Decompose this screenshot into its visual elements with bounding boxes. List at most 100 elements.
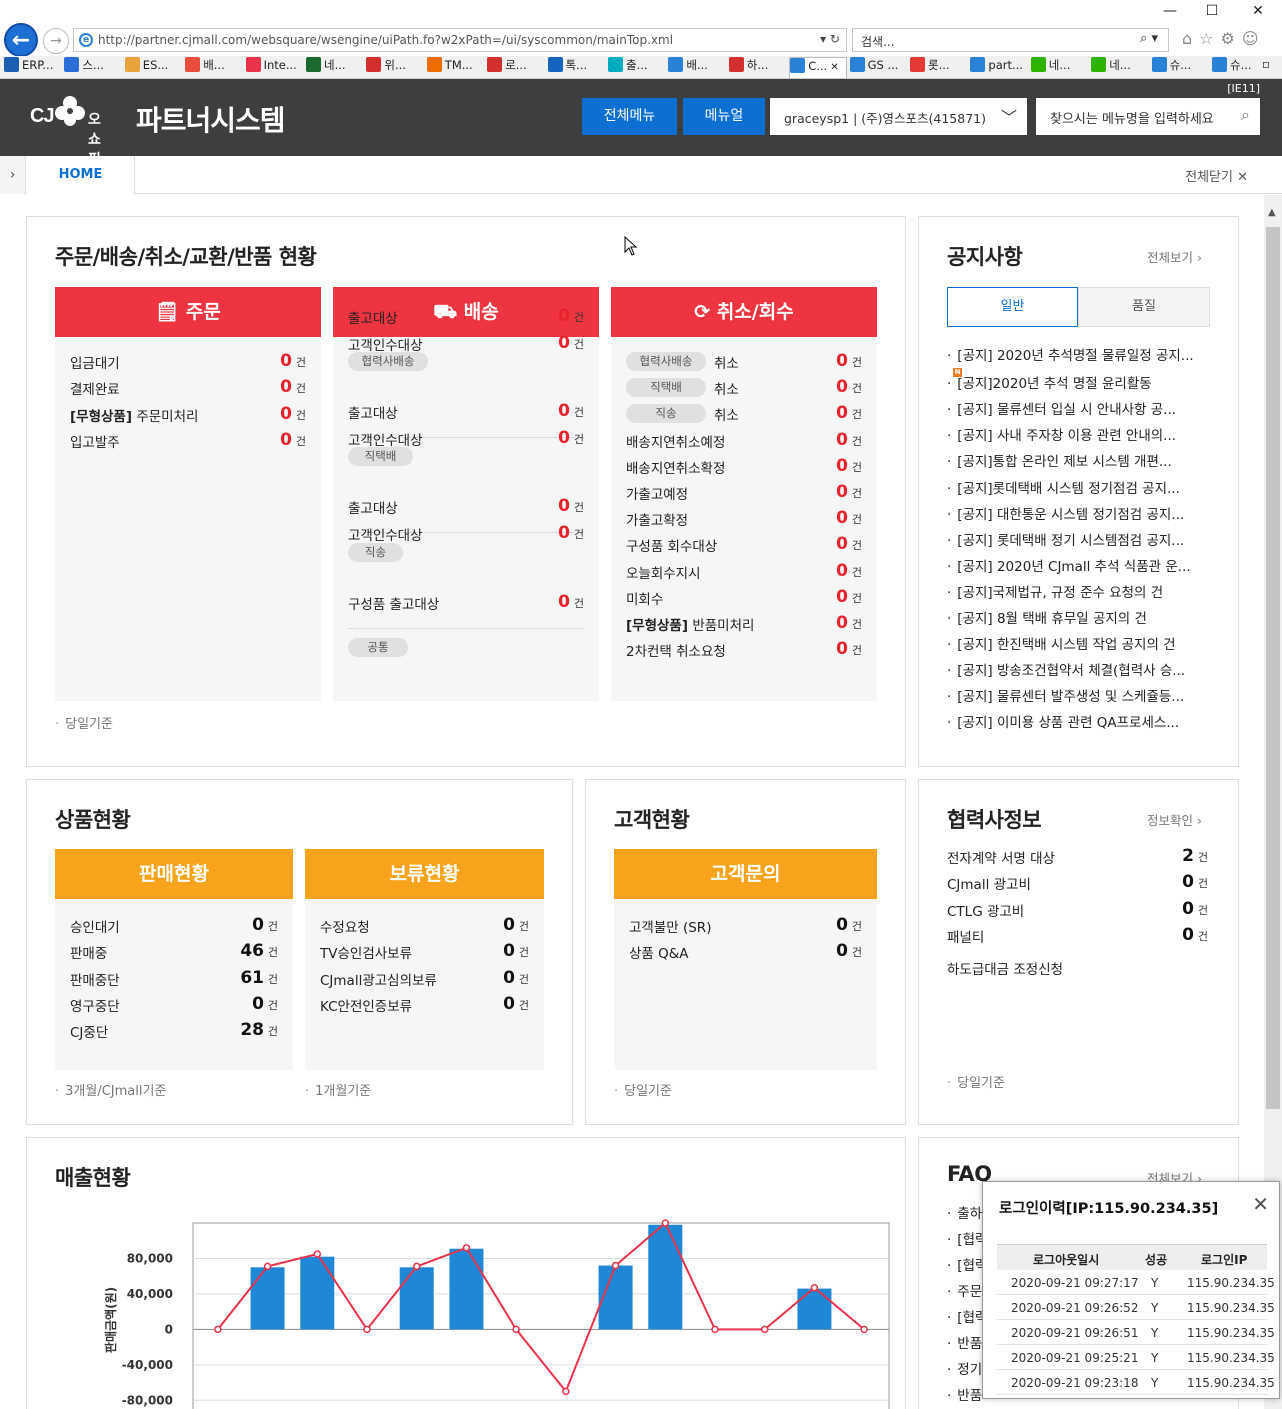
notice-item[interactable]: [공지] 물류센터 입실 시 안내사항 공...: [947, 398, 1217, 418]
faq-item[interactable]: 정기: [947, 1358, 987, 1378]
notice-item[interactable]: [공지] 사내 주자창 이용 관련 안내의...: [947, 424, 1217, 444]
chart-line-point[interactable]: [313, 1250, 322, 1258]
chart-line-point[interactable]: [512, 1325, 520, 1334]
notice-item[interactable]: [공지]롯데택배 시스템 정기점검 공지...: [947, 477, 1217, 497]
status-row[interactable]: CTLG 광고비 0 건: [947, 899, 1208, 920]
status-row[interactable]: 배송지연취소예정 0 건: [626, 430, 862, 451]
close-tab-icon[interactable]: ✕: [827, 62, 838, 73]
chart-line-point[interactable]: [562, 1387, 570, 1396]
notice-item[interactable]: [공지] 2020년 CJmall 추석 식품관 운...: [947, 555, 1217, 575]
status-row[interactable]: 수정요청 0 건: [320, 915, 529, 936]
back-button[interactable]: ←: [4, 23, 38, 57]
status-row[interactable]: KC안전인증보류 0 건: [320, 994, 529, 1015]
chart-line-point[interactable]: [214, 1325, 222, 1334]
sidebar-toggle-icon[interactable]: ›: [0, 156, 26, 194]
forward-button[interactable]: →: [43, 28, 69, 54]
status-row[interactable]: 가출고확정 0 건: [626, 508, 862, 529]
status-row[interactable]: 배송지연취소확정 0 건: [626, 456, 862, 477]
browser-tab[interactable]: part...: [970, 57, 1028, 78]
status-row[interactable]: [무형상품] 주문미처리 0 건: [70, 404, 306, 425]
menu-search-input[interactable]: 찾으시는 메뉴명을 입력하세요 ⌕: [1036, 98, 1260, 135]
status-row[interactable]: 고객인수대상 0 건: [348, 428, 584, 449]
status-row[interactable]: 결제완료 0 건: [70, 377, 306, 398]
chart-line-point[interactable]: [810, 1283, 819, 1292]
browser-tab[interactable]: TM...: [426, 57, 485, 78]
refresh-icon[interactable]: ▾ ↻: [820, 32, 840, 46]
browser-tab[interactable]: 출...: [608, 57, 666, 78]
browser-tab[interactable]: 네...: [1091, 57, 1149, 78]
faq-item[interactable]: 주문: [947, 1280, 987, 1300]
status-row[interactable]: 출고대상 0 건: [348, 306, 584, 327]
browser-tab[interactable]: 롯...: [910, 57, 968, 78]
notice-item[interactable]: [공지] 2020년 추석명절 물류일정 공지...: [947, 344, 1217, 364]
faq-item[interactable]: 출하: [947, 1202, 987, 1222]
user-select[interactable]: graceysp1 | (주)영스포츠(415871) ﹀: [770, 98, 1027, 135]
browser-tab[interactable]: ES...: [124, 57, 183, 78]
status-row[interactable]: 입금대기 0 건: [70, 351, 306, 372]
notice-item[interactable]: [공지] 이미용 상품 관련 QA프로세스...: [947, 711, 1217, 731]
status-row[interactable]: 패널티 0 건: [947, 925, 1208, 946]
chart-bar[interactable]: [449, 1248, 484, 1330]
chart-line-point[interactable]: [711, 1325, 719, 1334]
chart-bar[interactable]: [250, 1267, 285, 1330]
browser-tab[interactable]: 네...: [306, 57, 364, 78]
faq-item[interactable]: [협력: [947, 1254, 987, 1274]
browser-tab[interactable]: 하...: [728, 57, 787, 78]
notice-item[interactable]: [공지] 대한통운 시스템 정기점검 공지...: [947, 503, 1217, 523]
browser-tab[interactable]: 배...: [185, 57, 243, 78]
chart-line-point[interactable]: [263, 1262, 272, 1271]
maximize-button[interactable]: ☐: [1198, 2, 1226, 20]
notice-more-link[interactable]: 전체보기 ›: [1147, 247, 1202, 266]
browser-tab[interactable]: ERP...: [4, 57, 62, 78]
notice-item[interactable]: [공지] 8월 택배 휴무일 공지의 건: [947, 607, 1217, 627]
status-row[interactable]: 취소 직택배 0 건: [626, 377, 862, 398]
status-row[interactable]: 가출고예정 0 건: [626, 482, 862, 503]
scroll-thumb[interactable]: [1266, 227, 1280, 1109]
notice-item[interactable]: [공지]통합 온라인 제보 시스템 개편...: [947, 450, 1217, 470]
browser-tab[interactable]: 네...: [1030, 57, 1089, 78]
status-row[interactable]: 출고대상 0 건: [348, 496, 584, 517]
chart-bar[interactable]: [648, 1224, 683, 1330]
status-row[interactable]: 고객인수대상 0 건: [348, 523, 584, 544]
chart-bar[interactable]: [399, 1267, 434, 1330]
close-window-button[interactable]: ✕: [1244, 2, 1272, 20]
url-field[interactable]: e http://partner.cjmall.com/websquare/ws…: [73, 28, 847, 52]
status-row[interactable]: 구성품 출고대상 0 건: [348, 592, 584, 613]
scroll-up-icon[interactable]: ▲: [1268, 207, 1276, 218]
status-row[interactable]: 전자계약 서명 대상 2 건: [947, 846, 1208, 867]
tab-home[interactable]: HOME: [27, 156, 135, 195]
status-row[interactable]: 영구중단 0 건: [70, 994, 278, 1015]
status-row[interactable]: 상품 Q&A 0 건: [629, 941, 862, 962]
notice-tab-general[interactable]: 일반: [947, 287, 1078, 327]
status-row[interactable]: 출고대상 0 건: [348, 401, 584, 422]
chart-line-point[interactable]: [462, 1244, 471, 1252]
status-row[interactable]: 취소 협력사배송 0 건: [626, 351, 862, 372]
browser-tab[interactable]: 슈...: [1151, 57, 1210, 78]
status-row[interactable]: 고객불만 (SR) 0 건: [629, 915, 862, 936]
browser-tab[interactable]: 위...: [366, 57, 424, 78]
status-row[interactable]: 2차컨택 취소요청 0 건: [626, 639, 862, 660]
minimize-button[interactable]: —: [1156, 2, 1184, 20]
manual-button[interactable]: 메뉴얼: [683, 98, 765, 135]
browser-tab[interactable]: 로...: [487, 57, 545, 78]
chart-line-point[interactable]: [860, 1325, 868, 1334]
status-row[interactable]: CJmall광고심의보류 0 건: [320, 968, 529, 989]
chart-line-point[interactable]: [412, 1262, 421, 1271]
chart-bar[interactable]: [300, 1256, 335, 1330]
status-row[interactable]: 취소 직송 0 건: [626, 403, 862, 424]
status-row[interactable]: 고객인수대상 0 건: [348, 333, 584, 354]
browser-tab[interactable]: C... ✕: [789, 57, 848, 78]
chart-line-point[interactable]: [760, 1325, 769, 1334]
partner-info-more-link[interactable]: 정보확인 ›: [1147, 810, 1202, 829]
browser-search-field[interactable]: 검색... ⌕ ▾: [852, 28, 1169, 52]
browser-tab[interactable]: 톡...: [547, 57, 606, 78]
search-icon[interactable]: ⌕: [1241, 105, 1250, 125]
notice-item[interactable]: [공지]국제법규, 규정 준수 요청의 건: [947, 581, 1217, 601]
faq-item[interactable]: 반품: [947, 1332, 987, 1352]
status-row[interactable]: TV승인검사보류 0 건: [320, 941, 529, 962]
close-all-tabs-button[interactable]: 전체닫기 ✕: [1185, 166, 1248, 185]
status-row[interactable]: 승인대기 0 건: [70, 915, 278, 936]
toolbar-icons[interactable]: ⌂☆⚙☺: [1182, 29, 1266, 48]
all-menu-button[interactable]: 전체메뉴: [582, 98, 677, 135]
notice-item[interactable]: [공지] 한진택배 시스템 작업 공지의 건: [947, 633, 1217, 653]
